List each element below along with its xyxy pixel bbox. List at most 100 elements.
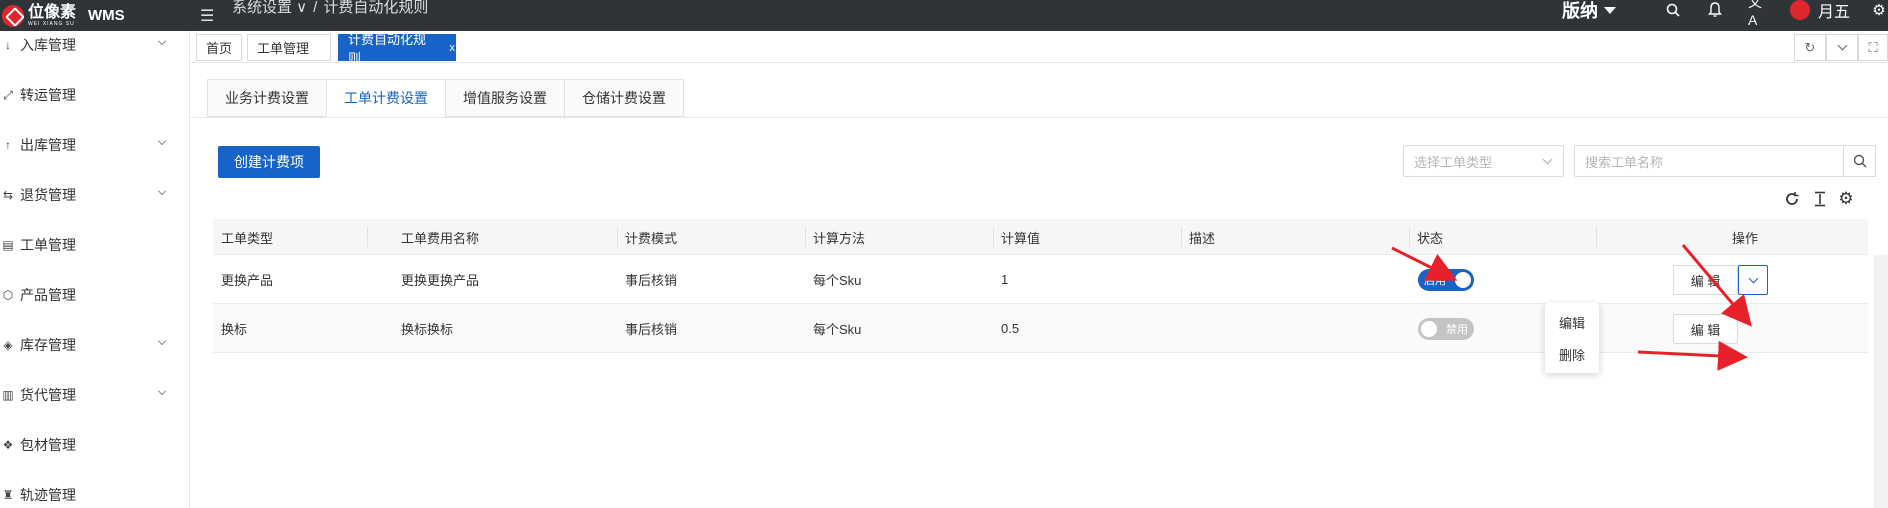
subtab-storage-billing[interactable]: 仓储计费设置 (564, 79, 684, 117)
sidebar-item-label: 工单管理 (20, 237, 76, 253)
toggle-knob (1421, 321, 1437, 337)
cell-value: 1 (1001, 272, 1009, 287)
column-header: 操作 (1732, 230, 1759, 246)
logo-mark-icon (2, 4, 24, 27)
sidebar-item-forwarder[interactable]: ▥ 货代管理 (0, 383, 190, 407)
app-name: WMS (88, 7, 125, 24)
status-toggle[interactable]: 启用 (1418, 269, 1474, 291)
sidebar-item-packaging[interactable]: ❖ 包材管理 (0, 433, 190, 457)
tab-workorder[interactable]: 工单管理 (247, 34, 331, 61)
sidebar-item-label: 货代管理 (20, 387, 76, 403)
sidebar-item-inbound[interactable]: ↓ 入库管理 (0, 33, 190, 57)
top-right-actions: 版纳 文A 月五 ⚙ (1562, 0, 1888, 28)
logo-en: WEI XIANG SU (28, 20, 75, 27)
column-header: 工单类型 (221, 230, 274, 246)
column-header: 计算方法 (813, 230, 866, 246)
sidebar-item-outbound[interactable]: ↑ 出库管理 (0, 133, 190, 157)
tab-home[interactable]: 首页 (196, 34, 242, 61)
caret-down-icon[interactable] (1603, 6, 1616, 14)
scrollbar[interactable] (1874, 255, 1888, 508)
refresh-icon[interactable] (1782, 189, 1802, 209)
sidebar: ↓ 入库管理 ⤢ 转运管理 ↑ 出库管理 ⇆ 退货管理 ▤ 工单管理 ⬡ 产品管… (0, 31, 190, 508)
sidebar-item-label: 退货管理 (20, 187, 76, 203)
avatar[interactable] (1789, 0, 1810, 20)
sidebar-item-product[interactable]: ⬡ 产品管理 (0, 283, 190, 307)
search-icon (1853, 154, 1866, 168)
return-icon: ⇆ (2, 188, 14, 202)
column-header: 计费模式 (625, 230, 678, 246)
cell-mode: 事后核销 (625, 273, 678, 288)
tab-billing-rules[interactable]: 计费自动化规则 x (338, 32, 456, 66)
sidebar-item-workorder[interactable]: ▤ 工单管理 (0, 233, 190, 257)
menu-item-edit[interactable]: 编辑 (1545, 306, 1599, 338)
chevron-down-icon (158, 337, 166, 345)
column-header: 计算值 (1001, 230, 1041, 246)
close-icon[interactable]: x (450, 42, 456, 54)
gear-icon[interactable]: ⚙ (1836, 189, 1856, 209)
table-header: 工单类型 工单费用名称 计费模式 计算方法 计算值 描述 状态 操作 (213, 219, 1868, 255)
sidebar-item-inventory[interactable]: ◈ 库存管理 (0, 333, 190, 357)
fullscreen-button[interactable]: ⛶ (1858, 34, 1888, 61)
cell-fee-name: 换标换标 (401, 322, 454, 337)
table-row: 换标 换标换标 事后核销 每个Sku 0.5 禁用 编 辑 (213, 304, 1868, 353)
bell-icon[interactable] (1706, 1, 1724, 19)
search-placeholder: 搜索工单名称 (1585, 154, 1664, 170)
create-billing-item-button[interactable]: 创建计费项 (218, 146, 320, 178)
search-input[interactable]: 搜索工单名称 (1574, 145, 1844, 177)
track-icon: ♜ (2, 488, 14, 502)
column-header: 工单费用名称 (401, 230, 480, 246)
arrow-up-icon: ↑ (5, 138, 11, 152)
menu-toggle-icon[interactable]: ☰ (200, 6, 214, 26)
main-content: 业务计费设置 工单计费设置 增值服务设置 仓储计费设置 创建计费项 选择工单类型… (190, 63, 1888, 508)
chevron-down-icon (1542, 154, 1553, 165)
select-placeholder: 选择工单类型 (1414, 154, 1493, 170)
workorder-icon: ▤ (2, 238, 14, 252)
chevron-down-icon (158, 37, 166, 45)
logo-cn: 位像素 (28, 3, 77, 21)
table-row: 更换产品 更换更换产品 事后核销 每个Sku 1 启用 编 辑 (213, 255, 1868, 304)
cell-type: 换标 (221, 322, 248, 337)
actions-dropdown-menu: 编辑 删除 (1545, 303, 1599, 373)
subtab-valueadded-billing[interactable]: 增值服务设置 (445, 79, 564, 117)
refresh-tab-button[interactable]: ↻ (1794, 34, 1826, 61)
column-header: 状态 (1417, 230, 1444, 246)
subtab-label: 仓储计费设置 (582, 90, 666, 106)
more-actions-button[interactable] (1738, 265, 1768, 295)
chevron-down-icon (1837, 40, 1847, 51)
subtab-business-billing[interactable]: 业务计费设置 (207, 79, 326, 117)
chevron-down-icon (1748, 273, 1758, 283)
tab-menu-button[interactable] (1826, 34, 1858, 61)
menu-item-delete[interactable]: 删除 (1545, 338, 1599, 370)
logo[interactable]: 位像素 WEI XIANG SU WMS (0, 0, 125, 31)
sidebar-item-transfer[interactable]: ⤢ 转运管理 (0, 83, 190, 107)
tab-label: 计费自动化规则 (348, 31, 427, 66)
workorder-type-select[interactable]: 选择工单类型 (1403, 145, 1564, 177)
gear-icon[interactable]: ⚙ (1870, 1, 1888, 19)
sidebar-item-track[interactable]: ♜ 轨迹管理 (0, 483, 190, 507)
cell-value: 0.5 (1001, 321, 1020, 336)
status-toggle[interactable]: 禁用 (1418, 318, 1474, 340)
tab-label: 首页 (206, 41, 233, 56)
sidebar-item-label: 入库管理 (20, 37, 76, 53)
sidebar-item-label: 库存管理 (20, 337, 76, 353)
subtab-label: 增值服务设置 (463, 90, 547, 106)
search-button[interactable] (1844, 145, 1876, 177)
edit-button[interactable]: 编 辑 (1673, 314, 1738, 344)
user-name[interactable]: 月五 (1818, 0, 1850, 22)
fullscreen-icon: ⛶ (1868, 39, 1878, 55)
chevron-down-icon (158, 137, 166, 145)
column-height-icon[interactable] (1810, 189, 1830, 209)
subtab-workorder-billing[interactable]: 工单计费设置 (326, 79, 445, 117)
version-selector[interactable]: 版纳 (1562, 0, 1598, 23)
sidebar-item-label: 包材管理 (20, 437, 76, 453)
search-icon[interactable] (1664, 1, 1682, 19)
translate-icon[interactable]: 文A (1748, 0, 1766, 28)
cell-mode: 事后核销 (625, 322, 678, 337)
breadcrumb-separator: / (313, 0, 318, 16)
sidebar-item-returns[interactable]: ⇆ 退货管理 (0, 183, 190, 207)
edit-button[interactable]: 编 辑 (1673, 265, 1738, 295)
subtab-label: 工单计费设置 (344, 90, 428, 106)
column-separator (367, 227, 368, 247)
refresh-icon: ↻ (1804, 39, 1816, 55)
breadcrumb-parent[interactable]: 系统设置 ∨ (232, 0, 307, 16)
